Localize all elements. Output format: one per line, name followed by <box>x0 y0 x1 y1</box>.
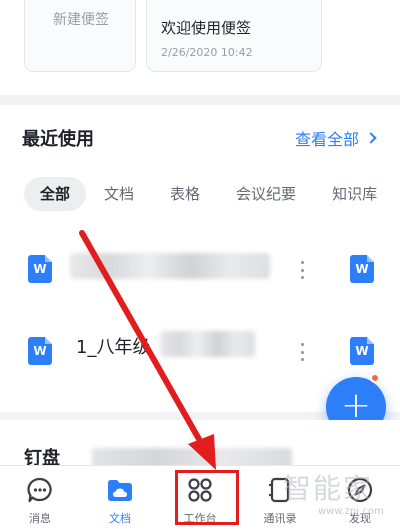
cloud-folder-icon <box>105 476 135 504</box>
recent-section: 最近使用 查看全部 全部 文档 表格 会议纪要 知识库 W W W 1_八年级 … <box>0 105 400 412</box>
word-doc-icon: W <box>28 255 52 283</box>
welcome-note-card[interactable]: 欢迎使用便签 2/26/2020 10:42 <box>146 0 322 72</box>
note-title: 欢迎使用便签 <box>161 19 252 37</box>
filter-all[interactable]: 全部 <box>24 177 87 211</box>
tab-documents[interactable]: 文档 <box>80 466 160 529</box>
filter-tabs: 全部 文档 表格 会议纪要 知识库 <box>24 177 400 211</box>
new-note-label: 新建便签 <box>53 12 109 28</box>
tab-messages[interactable]: 消息 <box>0 466 80 529</box>
view-all-link[interactable]: 查看全部 <box>295 126 377 150</box>
tab-label: 文档 <box>109 512 131 525</box>
chevron-right-icon <box>365 132 377 144</box>
chat-bubble-icon <box>25 476 55 504</box>
new-note-card[interactable]: 新建便签 <box>24 0 136 72</box>
filter-meeting-notes[interactable]: 会议纪要 <box>218 177 314 211</box>
word-doc-icon: W <box>350 337 374 365</box>
watermark-text: 智能家 <box>283 472 374 505</box>
filter-knowledge-base[interactable]: 知识库 <box>314 177 395 211</box>
blurred-doc-name <box>70 253 270 279</box>
tab-label: 消息 <box>29 512 51 525</box>
watermark-url: www.znj.com <box>318 506 384 517</box>
doc-name: 1_八年级 <box>76 337 151 358</box>
more-options-icon[interactable] <box>300 261 304 279</box>
filter-sheets[interactable]: 表格 <box>152 177 218 211</box>
view-all-label: 查看全部 <box>295 130 360 149</box>
more-options-icon[interactable] <box>300 343 304 361</box>
annotation-highlight-box <box>175 470 239 525</box>
word-doc-icon: W <box>28 337 52 365</box>
note-date: 2/26/2020 10:42 <box>161 46 253 59</box>
list-item[interactable]: W W <box>0 237 400 301</box>
app-screen: 新建便签 欢迎使用便签 2/26/2020 10:42 最近使用 查看全部 全部… <box>0 0 400 529</box>
notification-dot <box>370 373 380 383</box>
notes-section: 新建便签 欢迎使用便签 2/26/2020 10:42 <box>0 0 400 95</box>
recent-title: 最近使用 <box>22 129 94 150</box>
list-item[interactable]: W 1_八年级 W <box>0 319 400 383</box>
tab-label: 通讯录 <box>263 512 297 525</box>
word-doc-icon: W <box>350 255 374 283</box>
filter-docs[interactable]: 文档 <box>86 177 152 211</box>
blurred-doc-name <box>160 331 255 357</box>
